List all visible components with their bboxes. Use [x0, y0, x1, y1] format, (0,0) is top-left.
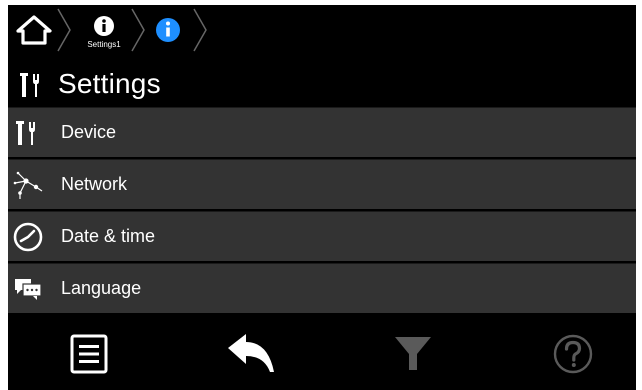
menu-item-label: Language: [61, 278, 142, 298]
breadcrumb-item-settings[interactable]: Settings1: [82, 11, 126, 55]
help-icon: [553, 334, 593, 374]
menu-item-date-time[interactable]: Date & time: [8, 211, 636, 261]
tools-icon: [16, 121, 35, 145]
menu-item-label: Network: [61, 174, 128, 194]
menu-item-network[interactable]: Network: [8, 159, 636, 209]
bottom-toolbar: [8, 318, 636, 390]
menu-item-language[interactable]: Language: [8, 263, 636, 313]
chevron-separator-icon: [131, 8, 145, 52]
menu-item-device[interactable]: Device: [8, 107, 636, 157]
menu-item-label: Date & time: [61, 226, 156, 246]
device-screen: Settings1 Settings Device Network Date &…: [8, 5, 636, 390]
menu-item-label: Device: [61, 122, 117, 142]
breadcrumb: Settings1: [8, 5, 636, 57]
network-icon: [13, 171, 43, 199]
breadcrumb-item-label: Settings1: [87, 40, 121, 49]
back-arrow-icon[interactable]: [226, 332, 280, 376]
filter-icon: [395, 337, 431, 370]
page-header: Settings: [8, 61, 636, 107]
home-icon[interactable]: [14, 13, 54, 47]
tools-icon: [20, 73, 39, 97]
clock-icon: [13, 222, 43, 252]
chevron-separator-icon: [193, 8, 207, 52]
info-icon-active[interactable]: [151, 13, 185, 47]
page-title: Settings: [58, 68, 161, 99]
chat-icon: [15, 279, 42, 300]
info-icon: [94, 16, 114, 36]
list-icon[interactable]: [67, 332, 111, 376]
chevron-separator-icon: [57, 8, 71, 52]
